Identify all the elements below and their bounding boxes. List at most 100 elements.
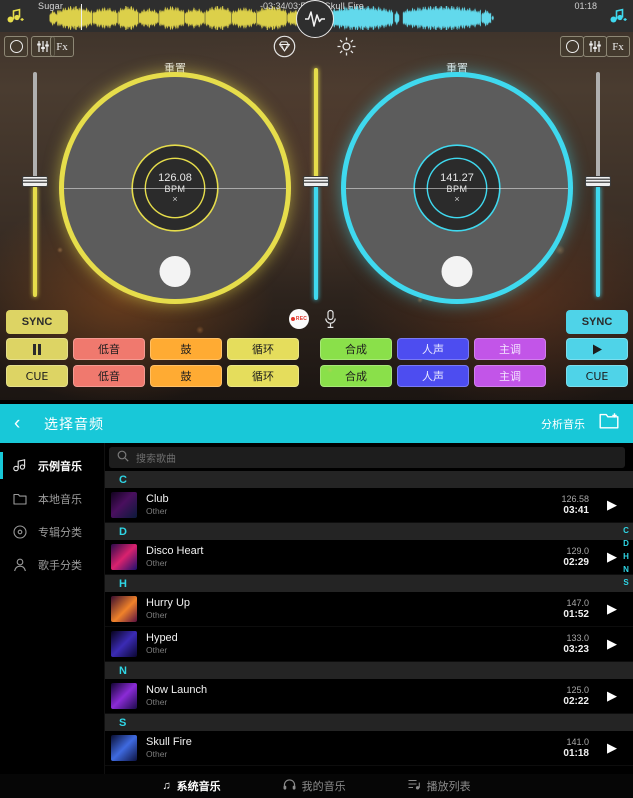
volume-fader-right[interactable] — [585, 72, 611, 297]
jog-wheel-right[interactable]: 141.27 BPM × ⌃ — [346, 77, 568, 299]
alphabet-index[interactable]: CDHNS — [620, 527, 632, 587]
transport-button-right[interactable] — [566, 338, 628, 360]
track-artist: Other — [146, 558, 168, 568]
pad-melody-right-1[interactable]: 主调 — [474, 338, 546, 360]
section-header: C — [105, 471, 633, 488]
record-button[interactable]: REC — [289, 309, 309, 329]
pad-drums-left-1[interactable]: 鼓 — [150, 338, 222, 360]
volume-fader-left[interactable] — [22, 72, 48, 297]
search-placeholder: 搜索歌曲 — [136, 454, 176, 465]
fader-handle-right[interactable] — [585, 176, 611, 187]
add-folder-icon[interactable] — [599, 412, 619, 435]
track-info: 125.0 02:22 — [563, 685, 589, 708]
microphone-icon[interactable] — [323, 309, 338, 334]
gear-icon[interactable] — [334, 34, 359, 59]
sidebar-item-artists[interactable]: 歌手分类 — [0, 548, 104, 581]
crossfader-handle[interactable] — [303, 176, 329, 187]
add-track-left-button[interactable] — [0, 0, 30, 32]
album-art — [111, 492, 137, 518]
track-bpm: 125.0 — [566, 684, 589, 695]
browser-header: ‹ 选择音频 分析音乐 — [0, 404, 633, 443]
fader-track-upper-left — [33, 72, 37, 182]
play-icon[interactable]: ▶ — [601, 601, 623, 617]
track-bpm: 141.0 — [566, 736, 589, 747]
analyze-music-button[interactable]: 分析音乐 — [541, 416, 585, 432]
equalizer-icon-right[interactable] — [583, 36, 607, 57]
play-icon[interactable]: ▶ — [601, 497, 623, 513]
album-art — [111, 596, 137, 622]
pad-drums-left-2[interactable]: 鼓 — [150, 365, 222, 387]
track-meta: Disco Heart Other — [146, 545, 563, 569]
track-title-left: Sugar — [38, 1, 64, 11]
pad-loop-left-2[interactable]: 循环 — [227, 365, 299, 387]
track-list[interactable]: C Club Other 126.58 03:41 ▶ D Disco Heart Other 1… — [105, 471, 633, 774]
play-icon[interactable]: ▶ — [601, 688, 623, 704]
diamond-icon[interactable] — [272, 34, 297, 59]
track-title: Disco Heart — [146, 545, 204, 557]
play-icon[interactable]: ▶ — [601, 740, 623, 756]
waveform-icon[interactable] — [296, 0, 334, 38]
chevron-left-icon[interactable]: ‹ — [14, 413, 36, 435]
pad-bass-left-2[interactable]: 低音 — [73, 365, 145, 387]
pad-loop-left-1[interactable]: 循环 — [227, 338, 299, 360]
alphabet-index-letter[interactable]: C — [623, 527, 629, 535]
sidebar-item-albums[interactable]: 专辑分类 — [0, 515, 104, 548]
crossfader[interactable] — [303, 68, 329, 300]
track-row[interactable]: Club Other 126.58 03:41 ▶ — [105, 488, 633, 523]
sidebar-item-sample-music[interactable]: 示例音乐 — [0, 449, 104, 482]
track-row[interactable]: Hurry Up Other 147.0 01:52 ▶ — [105, 592, 633, 627]
track-duration: 03:41 — [563, 504, 589, 516]
add-track-right-button[interactable] — [603, 0, 633, 32]
audio-browser: ‹ 选择音频 分析音乐 示例音乐 本地音乐 专辑分类 歌手分类 搜索歌曲 C C… — [0, 404, 633, 798]
alphabet-index-letter[interactable]: H — [623, 553, 629, 561]
alphabet-index-letter[interactable]: D — [623, 540, 629, 548]
loop-icon-left[interactable] — [4, 36, 28, 57]
pad-melody-right-2[interactable]: 主调 — [474, 365, 546, 387]
folder-icon — [12, 493, 28, 505]
track-row[interactable]: Disco Heart Other 129.0 02:29 ▶ — [105, 540, 633, 575]
track-artist: Other — [146, 697, 168, 707]
alphabet-index-letter[interactable]: S — [623, 579, 628, 587]
pad-synth-right-1[interactable]: 合成 — [320, 338, 392, 360]
playhead-left[interactable] — [81, 4, 82, 30]
alphabet-index-letter[interactable]: N — [623, 566, 629, 574]
track-row[interactable]: Skull Fire Other 141.0 01:18 ▶ — [105, 731, 633, 766]
transport-button-left[interactable] — [6, 338, 68, 360]
sync-button-left[interactable]: SYNC — [6, 310, 68, 334]
reset-label-left[interactable]: 重置 — [55, 60, 295, 76]
bottom-navigation: ♫ 系统音乐 我的音乐 播放列表 — [0, 774, 633, 798]
play-icon[interactable]: ▶ — [601, 636, 623, 652]
track-row[interactable]: Now Launch Other 125.0 02:22 ▶ — [105, 679, 633, 714]
track-row[interactable]: Hyped Other 133.0 03:23 ▶ — [105, 627, 633, 662]
album-art — [111, 735, 137, 761]
pad-vocals-right-2[interactable]: 人声 — [397, 365, 469, 387]
section-header: D — [105, 523, 633, 540]
pad-synth-right-2[interactable]: 合成 — [320, 365, 392, 387]
nav-item-playlist[interactable]: 播放列表 — [408, 778, 471, 794]
search-input[interactable]: 搜索歌曲 — [109, 447, 625, 468]
record-label: REC — [295, 316, 308, 322]
cue-button-left[interactable]: CUE — [6, 365, 68, 387]
search-area: 搜索歌曲 — [105, 443, 633, 469]
sync-button-right[interactable]: SYNC — [566, 310, 628, 334]
bpm-multiplier-left: × — [172, 194, 178, 204]
waveform-right[interactable]: Skull Fire 01:18 — [316, 0, 603, 32]
pad-bass-left-1[interactable]: 低音 — [73, 338, 145, 360]
fx-button-left[interactable]: Fx — [50, 36, 74, 57]
fx-button-right[interactable]: Fx — [606, 36, 630, 57]
waveform-left[interactable]: Sugar -03:34/03:50 — [30, 0, 317, 32]
track-meta: Hurry Up Other — [146, 597, 563, 621]
loop-icon-right[interactable] — [560, 36, 584, 57]
reset-label-right[interactable]: 重置 — [337, 60, 577, 76]
jog-wheel-left[interactable]: 126.08 BPM × ⌃ — [64, 77, 286, 299]
fader-handle-left[interactable] — [22, 176, 48, 187]
nav-item-system-music[interactable]: ♫ 系统音乐 — [162, 778, 220, 794]
sidebar-item-local-music[interactable]: 本地音乐 — [0, 482, 104, 515]
pad-vocals-right-1[interactable]: 人声 — [397, 338, 469, 360]
track-artist: Other — [146, 506, 168, 516]
track-title: Skull Fire — [146, 736, 192, 748]
nav-item-my-music[interactable]: 我的音乐 — [283, 778, 346, 794]
nav-item-label: 我的音乐 — [301, 780, 346, 793]
cue-button-right[interactable]: CUE — [566, 365, 628, 387]
nav-item-label: 系统音乐 — [176, 780, 221, 793]
